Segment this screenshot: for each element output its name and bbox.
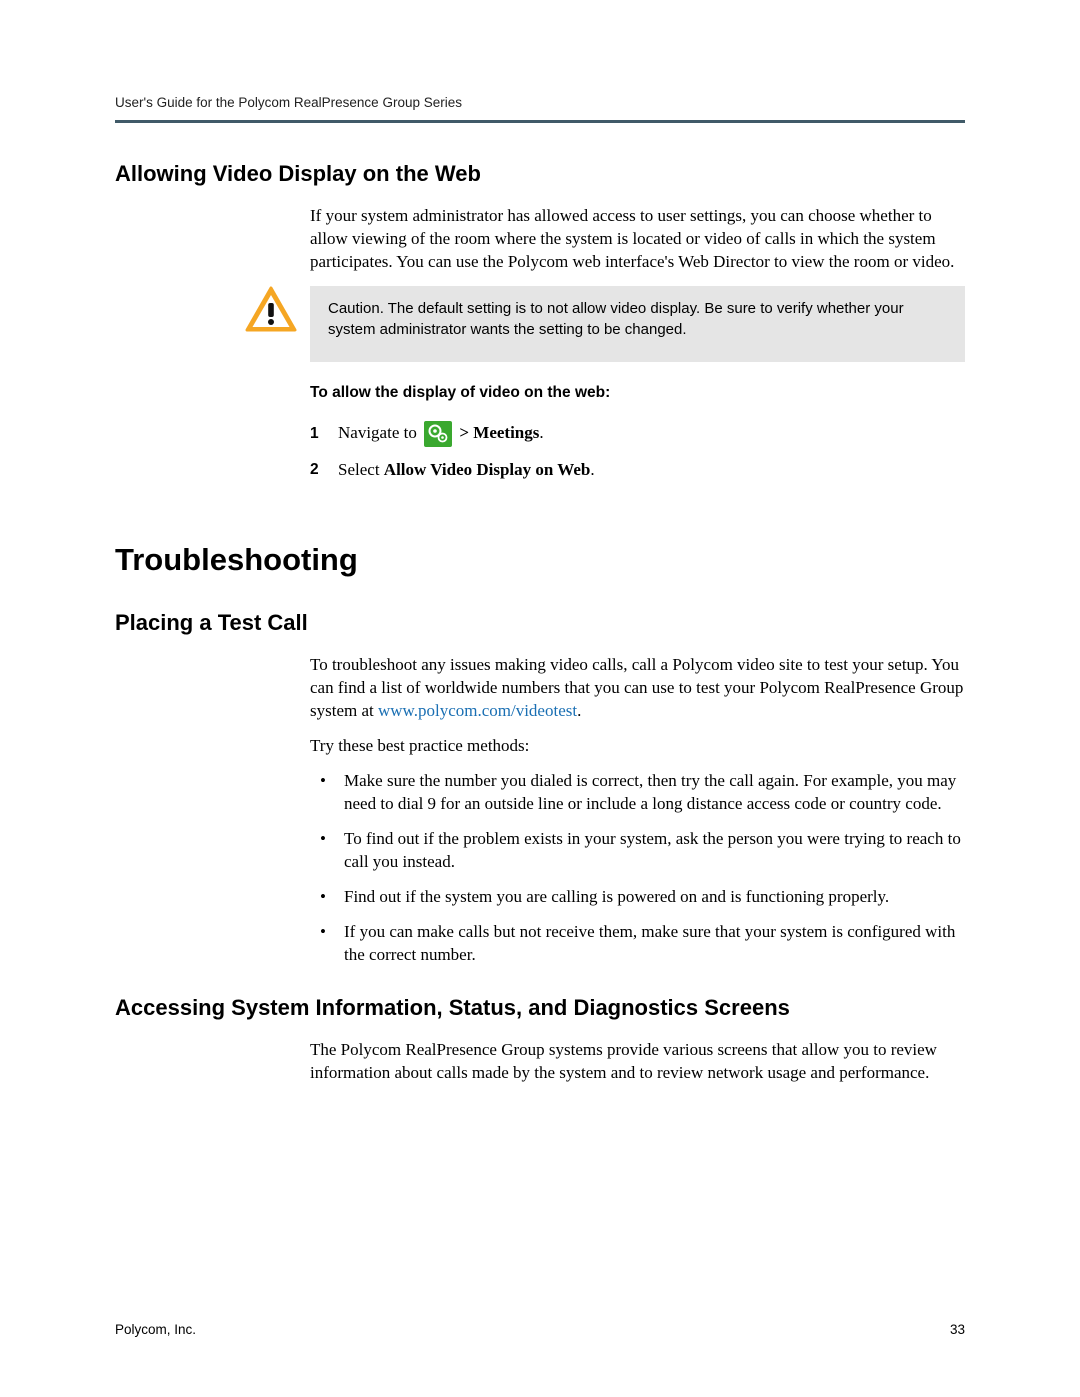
best-practice-list: Make sure the number you dialed is corre… — [310, 770, 965, 967]
videotest-link[interactable]: www.polycom.com/videotest — [378, 701, 577, 720]
body-test-call: To troubleshoot any issues making video … — [310, 654, 965, 966]
step1-period: . — [539, 423, 543, 442]
document-page: User's Guide for the Polycom RealPresenc… — [0, 0, 1080, 1397]
step1-bold: > Meetings — [455, 423, 539, 442]
para-allow-video-intro: If your system administrator has allowed… — [310, 205, 965, 274]
heading-sys-info: Accessing System Information, Status, an… — [115, 995, 965, 1021]
settings-gear-icon — [424, 421, 452, 447]
bullet-3: Find out if the system you are calling i… — [340, 886, 965, 909]
procedure-allow-video: To allow the display of video on the web… — [310, 384, 965, 483]
body-allow-video: If your system administrator has allowed… — [310, 205, 965, 274]
step2-pre: Select — [338, 460, 384, 479]
step1-pre: Navigate to — [338, 423, 421, 442]
step2-bold: Allow Video Display on Web — [384, 460, 591, 479]
step2-period: . — [590, 460, 594, 479]
procedure-steps: Navigate to > Meetings. Select Allow Vid… — [310, 420, 965, 483]
heading-troubleshooting: Troubleshooting — [115, 542, 965, 578]
warning-icon — [245, 286, 297, 339]
para-testcall-1: To troubleshoot any issues making video … — [310, 654, 965, 723]
procedure-heading: To allow the display of video on the web… — [310, 384, 965, 402]
bullet-2: To find out if the problem exists in you… — [340, 828, 965, 874]
testcall-p1-post: . — [577, 701, 581, 720]
page-footer: Polycom, Inc. 33 — [115, 1322, 965, 1337]
para-testcall-2: Try these best practice methods: — [310, 735, 965, 758]
bullet-1: Make sure the number you dialed is corre… — [340, 770, 965, 816]
heading-allow-video: Allowing Video Display on the Web — [115, 161, 965, 187]
step-2: Select Allow Video Display on Web. — [310, 457, 965, 483]
footer-page-number: 33 — [950, 1322, 965, 1337]
body-sys-info: The Polycom RealPresence Group systems p… — [310, 1039, 965, 1085]
step-1: Navigate to > Meetings. — [310, 420, 965, 447]
bullet-4: If you can make calls but not receive th… — [340, 921, 965, 967]
caution-text: Caution. The default setting is to not a… — [310, 286, 965, 362]
caution-block: Caution. The default setting is to not a… — [115, 286, 965, 362]
heading-test-call: Placing a Test Call — [115, 610, 965, 636]
footer-company: Polycom, Inc. — [115, 1322, 196, 1337]
para-sysinfo-1: The Polycom RealPresence Group systems p… — [310, 1039, 965, 1085]
running-header: User's Guide for the Polycom RealPresenc… — [115, 95, 965, 123]
